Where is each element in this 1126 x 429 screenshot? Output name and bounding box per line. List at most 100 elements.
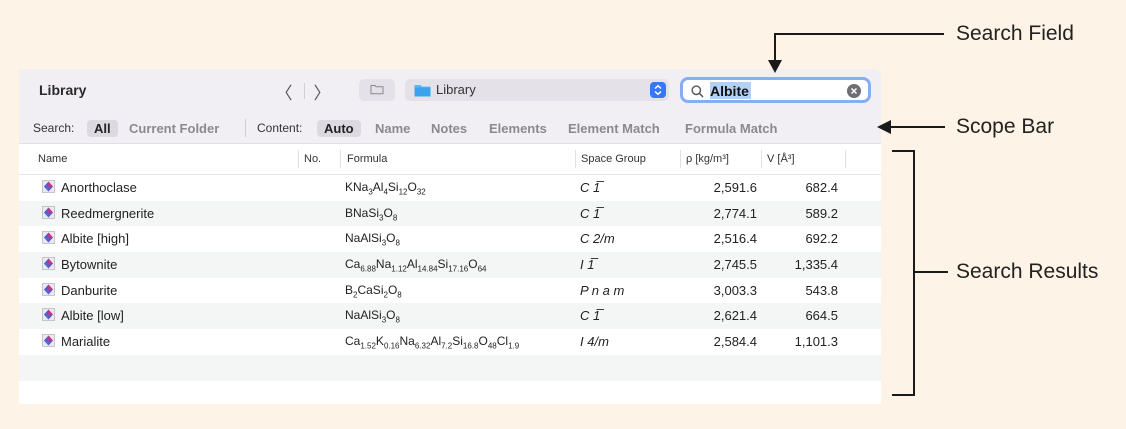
new-folder-button[interactable] xyxy=(359,79,395,101)
table-row[interactable]: Albite [high] NaAlSi3O8 C 2/m 2,516.4 692.2 xyxy=(19,226,881,252)
magnifier-icon xyxy=(691,85,704,98)
row-space-group: P n a m xyxy=(580,282,625,298)
row-name: Bytownite xyxy=(61,257,118,273)
row-name: Anorthoclase xyxy=(61,180,137,195)
column-header-formula[interactable]: Formula xyxy=(347,153,387,165)
row-space-group: I 4/m xyxy=(580,334,609,350)
column-separator xyxy=(575,150,576,168)
search-field-callout-line xyxy=(774,33,776,63)
search-field[interactable] xyxy=(680,77,871,103)
scope-option-current-folder[interactable]: Current Folder xyxy=(129,120,219,137)
row-name: Albite [high] xyxy=(61,231,129,247)
column-separator xyxy=(845,150,846,168)
mineral-icon xyxy=(42,257,55,273)
column-header-no[interactable]: No. xyxy=(304,153,321,165)
row-density: 2,774.1 xyxy=(713,205,757,221)
row-density: 3,003.3 xyxy=(713,282,757,298)
library-window: Library 〈 〉 Library Albite Search: All C… xyxy=(19,69,881,404)
row-formula: Ca1.52K0.16Na6.32Al7.2Si16.8O48Cl1.9 xyxy=(345,334,520,351)
scope-option-all[interactable]: All xyxy=(87,120,118,137)
content-scope-label: Content: xyxy=(257,121,303,135)
table-row[interactable]: Anorthoclase KNa3Al4Si12O32 C 1̅ 2,591.6 682… xyxy=(19,175,881,201)
column-separator xyxy=(680,150,681,168)
row-name: Reedmergnerite xyxy=(61,205,155,221)
empty-row xyxy=(19,381,881,405)
table-row[interactable]: Bytownite Ca6.88Na1.12Al14.84Si17.16O64 I … xyxy=(19,252,881,278)
path-label: Library xyxy=(436,82,476,97)
search-results-callout-label: Search Results xyxy=(956,260,1099,283)
table-row[interactable]: Marialite Ca1.52K0.16Na6.32Al7.2Si16.8O48… xyxy=(19,329,881,355)
content-option-notes[interactable]: Notes xyxy=(431,120,467,137)
row-volume: 543.8 xyxy=(805,282,838,298)
search-results-list: Anorthoclase KNa3Al4Si12O32 C 1̅ 2,591.6 682… xyxy=(19,175,881,404)
column-header-name[interactable]: Name xyxy=(38,153,67,165)
clear-search-icon[interactable] xyxy=(847,84,861,98)
column-header-rho[interactable]: ρ [kg/m³] xyxy=(686,153,729,165)
mineral-icon xyxy=(42,231,55,247)
search-results-callout-bracket xyxy=(892,150,948,396)
row-space-group: C 2/m xyxy=(580,231,615,247)
row-formula: NaAlSi3O8 xyxy=(345,231,400,248)
row-density: 2,745.5 xyxy=(713,257,757,273)
content-option-name[interactable]: Name xyxy=(375,120,410,137)
path-popup[interactable]: Library xyxy=(405,79,669,101)
column-separator xyxy=(340,150,341,168)
content-option-elements[interactable]: Elements xyxy=(489,120,547,137)
mineral-icon xyxy=(42,180,55,196)
window-title: Library xyxy=(39,82,87,98)
column-separator xyxy=(298,150,299,168)
row-name: Albite [low] xyxy=(61,308,124,324)
row-volume: 1,335.4 xyxy=(794,257,838,273)
scope-bar-callout-label: Scope Bar xyxy=(956,115,1055,138)
row-space-group: C 1̅ xyxy=(580,308,601,324)
row-space-group: C 1̅ xyxy=(580,180,601,195)
search-input[interactable] xyxy=(710,82,840,99)
search-scope-label: Search: xyxy=(33,121,75,135)
column-header-volume[interactable]: V [Å³] xyxy=(767,153,795,165)
row-density: 2,584.4 xyxy=(713,334,757,350)
table-row[interactable]: Danburite B2CaSi2O8 P n a m 3,003.3 543.8 xyxy=(19,278,881,304)
row-density: 2,621.4 xyxy=(713,308,757,324)
row-volume: 692.2 xyxy=(805,231,838,247)
row-formula: KNa3Al4Si12O32 xyxy=(345,180,426,197)
forward-button[interactable]: 〉 xyxy=(311,79,333,104)
scope-divider xyxy=(245,119,246,137)
search-field-callout-line xyxy=(774,33,944,35)
mineral-icon xyxy=(42,334,55,350)
empty-row xyxy=(19,354,881,381)
row-space-group: C 1̅ xyxy=(580,205,601,221)
column-separator xyxy=(761,150,762,168)
search-field-callout-label: Search Field xyxy=(956,22,1074,45)
row-name: Danburite xyxy=(61,282,118,298)
search-field-callout-arrow xyxy=(768,60,782,73)
mineral-icon xyxy=(42,205,55,222)
content-option-auto[interactable]: Auto xyxy=(317,120,361,137)
table-header: Name No. Formula Space Group ρ [kg/m³] V… xyxy=(19,144,881,175)
toolbar: Library 〈 〉 Library xyxy=(19,69,881,113)
row-volume: 682.4 xyxy=(805,180,838,195)
row-formula: B2CaSi2O8 xyxy=(345,282,402,300)
row-volume: 664.5 xyxy=(805,308,838,324)
row-name: Marialite xyxy=(61,334,111,350)
row-formula: Ca6.88Na1.12Al14.84Si17.16O64 xyxy=(345,257,487,274)
column-header-space-group[interactable]: Space Group xyxy=(581,153,646,165)
popup-stepper-icon xyxy=(650,82,666,98)
nav-divider xyxy=(304,83,305,99)
row-space-group: I 1̅ xyxy=(580,257,595,273)
content-option-formula-match[interactable]: Formula Match xyxy=(685,120,777,137)
table-row[interactable]: Reedmergnerite BNaSi3O8 C 1̅ 2,774.1 589.2 xyxy=(19,200,881,227)
back-button[interactable]: 〈 xyxy=(273,79,295,104)
folder-outline-icon xyxy=(370,85,384,95)
mineral-icon xyxy=(42,282,55,299)
folder-icon xyxy=(414,85,431,97)
scope-bar: Search: All Current Folder Content: Auto… xyxy=(19,113,881,144)
row-density: 2,591.6 xyxy=(713,180,757,195)
row-formula: BNaSi3O8 xyxy=(345,205,398,223)
scope-bar-callout-arrow xyxy=(877,120,945,134)
mineral-icon xyxy=(42,308,55,324)
row-formula: NaAlSi3O8 xyxy=(345,308,400,325)
row-density: 2,516.4 xyxy=(713,231,757,247)
row-volume: 589.2 xyxy=(805,205,838,221)
content-option-element-match[interactable]: Element Match xyxy=(568,120,660,137)
table-row[interactable]: Albite [low] NaAlSi3O8 C 1̅ 2,621.4 664.5 xyxy=(19,303,881,330)
